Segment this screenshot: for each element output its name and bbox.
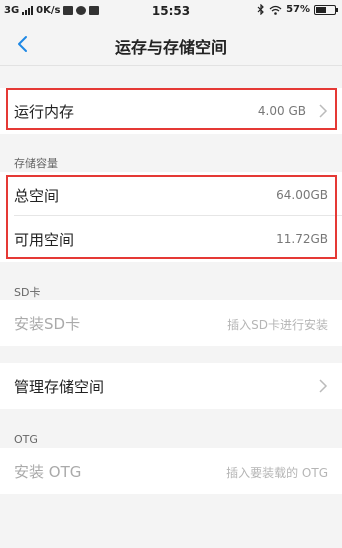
ram-value: 4.00 GB	[257, 104, 306, 118]
total-space-label: 总空间	[14, 187, 60, 205]
install-sd-hint: 插入SD卡进行安装	[227, 318, 328, 332]
battery-fill	[316, 6, 327, 13]
battery-percent: 57%	[286, 4, 310, 15]
install-otg-label: 安装 OTG	[14, 463, 82, 481]
install-sd-label: 安装SD卡	[14, 315, 81, 333]
install-otg-hint: 插入要装载的 OTG	[226, 466, 328, 480]
install-otg-row: 安装 OTG 插入要装载的 OTG	[0, 448, 342, 494]
ram-label: 运行内存	[14, 103, 75, 121]
bluetooth-icon	[257, 4, 264, 15]
title-bar: 运存与存储空间	[0, 22, 342, 66]
total-space-row: 总空间 64.00GB	[0, 172, 342, 218]
available-space-row: 可用空间 11.72GB	[0, 216, 342, 262]
available-space-label: 可用空间	[14, 231, 75, 249]
install-sd-row: 安装SD卡 插入SD卡进行安装	[0, 300, 342, 346]
chevron-right-icon	[319, 379, 328, 393]
available-space-value: 11.72GB	[276, 232, 328, 246]
battery-icon	[314, 4, 338, 15]
total-space-value: 64.00GB	[276, 188, 328, 202]
chevron-right-icon	[319, 104, 328, 118]
status-bar: 3G 0K/s 15:53 57%	[0, 0, 342, 22]
storage-section-label: 存储容量	[14, 157, 58, 170]
status-right: 57%	[257, 4, 338, 15]
page-title: 运存与存储空间	[114, 38, 227, 57]
manage-storage-label: 管理存储空间	[14, 378, 105, 396]
ram-row[interactable]: 运行内存 4.00 GB	[0, 88, 342, 134]
sd-section-label: SD卡	[14, 286, 41, 299]
otg-section-label: OTG	[14, 433, 38, 446]
manage-storage-row[interactable]: 管理存储空间	[0, 363, 342, 409]
wifi-icon	[269, 5, 282, 15]
